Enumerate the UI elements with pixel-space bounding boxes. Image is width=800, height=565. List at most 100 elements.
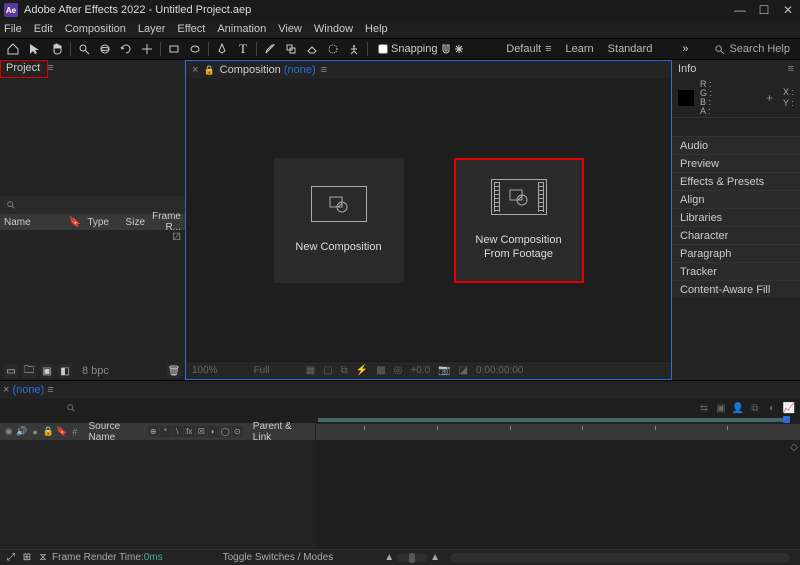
rotate-tool[interactable] <box>117 40 135 58</box>
switch-1[interactable]: * <box>160 426 171 437</box>
brush-tool[interactable] <box>261 40 279 58</box>
orbit-tool[interactable] <box>96 40 114 58</box>
color-depth[interactable]: 8 bpc <box>82 365 109 377</box>
video-col-icon[interactable]: ◉ <box>3 426 14 438</box>
menu-help[interactable]: Help <box>365 23 388 35</box>
graph-editor-icon[interactable]: 📈 <box>782 401 796 415</box>
new-composition-button[interactable]: New Composition <box>274 158 404 283</box>
menu-file[interactable]: File <box>4 23 22 35</box>
timecode-icon[interactable]: ⧉ <box>341 365 348 376</box>
horizontal-scrollbar[interactable] <box>450 553 790 563</box>
zoom-out-icon[interactable]: ▲ <box>384 552 394 563</box>
snapping-toggle[interactable]: Snapping <box>378 43 464 55</box>
col-type[interactable]: Type <box>87 217 109 228</box>
label-col-icon[interactable]: 🔖 <box>56 426 67 438</box>
col-name[interactable]: Name <box>4 217 63 228</box>
motion-blur-icon[interactable]: ◐ <box>765 401 779 415</box>
menu-effect[interactable]: Effect <box>177 23 205 35</box>
project-flow-icon[interactable]: ⚂ <box>0 230 185 244</box>
panel-libraries[interactable]: Libraries <box>672 208 800 226</box>
anchor-tool[interactable] <box>138 40 156 58</box>
panel-preview[interactable]: Preview <box>672 154 800 172</box>
composition-tab[interactable]: Composition (none) <box>220 64 316 76</box>
panel-content-aware-fill[interactable]: Content-Aware Fill <box>672 280 800 298</box>
lock-icon[interactable]: 🔒 <box>203 65 214 76</box>
switch-3[interactable]: fx <box>184 426 195 437</box>
snapping-checkbox[interactable] <box>378 44 388 54</box>
panel-character[interactable]: Character <box>672 226 800 244</box>
project-menu-icon[interactable]: ≡ <box>44 62 53 74</box>
hand-tool[interactable] <box>48 40 66 58</box>
pen-tool[interactable] <box>213 40 231 58</box>
frame-blend-icon[interactable]: ⧉ <box>748 401 762 415</box>
workspace-learn[interactable]: Learn <box>566 43 594 55</box>
col-size[interactable]: Size <box>115 217 145 228</box>
menu-view[interactable]: View <box>278 23 302 35</box>
layer-bars[interactable]: ◇ <box>316 440 800 549</box>
draft3d-icon[interactable]: ▣ <box>714 401 728 415</box>
transparency-icon[interactable]: ▩ <box>376 365 385 376</box>
interpret-footage-button[interactable]: ▭ <box>4 364 18 378</box>
ellipse-tool[interactable] <box>186 40 204 58</box>
workspace-default-menu-icon[interactable]: ≡ <box>545 43 551 55</box>
search-help-input[interactable]: Search Help <box>729 43 790 55</box>
workspace-overflow-button[interactable]: » <box>682 43 688 55</box>
maximize-button[interactable]: ☐ <box>752 0 776 20</box>
menu-edit[interactable]: Edit <box>34 23 53 35</box>
panel-paragraph[interactable]: Paragraph <box>672 244 800 262</box>
new-composition-from-footage-button[interactable]: New CompositionFrom Footage <box>454 158 584 283</box>
workspace-standard[interactable]: Standard <box>608 43 653 55</box>
eraser-tool[interactable] <box>303 40 321 58</box>
switch-0[interactable]: ⊕ <box>148 426 159 437</box>
new-comp-button[interactable]: ▣ <box>40 364 54 378</box>
channel-icon[interactable]: ◪ <box>459 365 468 376</box>
toggle-switches-button[interactable]: Toggle Switches / Modes <box>223 552 334 563</box>
expand-icon[interactable]: ⤢ <box>4 551 18 565</box>
minimize-button[interactable]: — <box>728 0 752 20</box>
menu-composition[interactable]: Composition <box>65 23 126 35</box>
mask-icon[interactable]: ▢ <box>323 365 332 376</box>
col-tag-icon[interactable]: 🔖 <box>69 217 81 228</box>
comp-menu-icon[interactable]: ≡ <box>321 64 327 76</box>
grid-icon[interactable]: ▦ <box>306 365 315 376</box>
switch-2[interactable]: \ <box>172 426 183 437</box>
info-tab[interactable]: Info≡ <box>672 60 800 78</box>
info-menu-icon[interactable]: ≡ <box>788 63 794 75</box>
clone-tool[interactable] <box>282 40 300 58</box>
switch-6[interactable]: ◯ <box>220 426 231 437</box>
panel-align[interactable]: Align <box>672 190 800 208</box>
audio-col-icon[interactable]: 🔊 <box>16 426 27 438</box>
project-item-list[interactable] <box>0 244 185 362</box>
switch-5[interactable]: ◐ <box>208 426 219 437</box>
zoom-slider[interactable]: ▲ ▲ <box>384 552 440 563</box>
timecode-display[interactable]: 0:00:00:00 <box>476 365 523 376</box>
zoom-value[interactable]: 100% <box>192 365 218 376</box>
lock-col-icon[interactable]: 🔒 <box>43 426 54 438</box>
switch-7[interactable]: ⊙ <box>232 426 243 437</box>
panel-tracker[interactable]: Tracker <box>672 262 800 280</box>
solo-col-icon[interactable]: ● <box>30 426 41 438</box>
type-tool[interactable]: T <box>234 40 252 58</box>
zoom-in-icon[interactable]: ▲ <box>430 552 440 563</box>
render-time-icon[interactable]: ⧖ <box>36 551 50 565</box>
project-settings-button[interactable]: ◧ <box>58 364 72 378</box>
resolution-value[interactable]: Full <box>254 365 270 376</box>
menu-layer[interactable]: Layer <box>138 23 166 35</box>
snap-options-icon[interactable] <box>454 44 464 54</box>
zoom-tool[interactable] <box>75 40 93 58</box>
project-tab[interactable]: Project ≡ <box>0 60 60 78</box>
comp-close-icon[interactable]: × <box>192 64 198 76</box>
snapshot-icon[interactable]: 📷 <box>438 365 450 376</box>
roto-tool[interactable] <box>324 40 342 58</box>
region-icon[interactable]: ◎ <box>394 365 403 376</box>
comp-mini-flow-icon[interactable]: ⇆ <box>697 401 711 415</box>
fast-preview-icon[interactable]: ⚡ <box>356 365 368 376</box>
current-time-indicator[interactable] <box>783 416 790 423</box>
marker-handle-icon[interactable]: ◇ <box>790 442 798 453</box>
workspace-default[interactable]: Default <box>506 43 541 55</box>
menu-animation[interactable]: Animation <box>217 23 266 35</box>
timeline-close-icon[interactable]: × <box>3 384 9 396</box>
timeline-search[interactable] <box>66 403 76 413</box>
rect-tool[interactable] <box>165 40 183 58</box>
home-tool[interactable] <box>4 40 22 58</box>
